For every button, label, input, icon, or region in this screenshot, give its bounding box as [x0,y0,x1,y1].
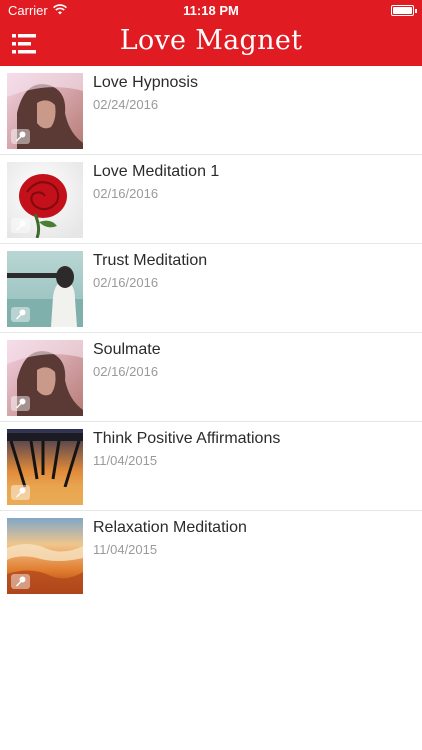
item-date: 02/24/2016 [93,97,159,112]
app-title: Love Magnet [119,25,303,56]
pier-sunset-image [7,429,83,505]
list-item[interactable]: Relaxation Meditation 11/04/2015 [0,511,422,600]
session-list: Love Hypnosis 02/24/2016 Love Meditation… [0,66,422,600]
status-time: 11:18 PM [183,3,239,18]
navigation-bar: Love Magnet [0,22,422,66]
microphone-icon [11,129,30,144]
microphone-icon [11,218,30,233]
list-item[interactable]: Love Meditation 1 02/16/2016 [0,155,422,244]
microphone-icon [11,396,30,411]
item-date: 02/16/2016 [93,275,159,290]
item-title: Soulmate [93,341,161,358]
microphone-icon [11,485,30,500]
item-date: 02/16/2016 [93,364,159,379]
item-title: Love Hypnosis [93,74,198,91]
item-title: Think Positive Affirmations [93,430,281,447]
item-date: 02/16/2016 [93,186,159,201]
woman-portrait-image [7,73,83,149]
list-item[interactable]: Love Hypnosis 02/24/2016 [0,66,422,155]
item-date: 11/04/2015 [93,542,158,557]
status-bar: Carrier 11:18 PM [0,0,422,22]
list-item[interactable]: Trust Meditation 02/16/2016 [0,244,422,333]
microphone-icon [11,307,30,322]
microphone-icon [11,574,30,589]
list-item[interactable]: Soulmate 02/16/2016 [0,333,422,422]
list-item[interactable]: Think Positive Affirmations 11/04/2015 [0,422,422,511]
battery-icon [391,5,417,16]
item-title: Trust Meditation [93,252,208,269]
item-title: Love Meditation 1 [93,163,220,180]
blindfolded-woman-image [7,251,83,327]
woman-portrait-image [7,340,83,416]
sunset-clouds-image [7,518,83,594]
item-date: 11/04/2015 [93,453,158,468]
item-title: Relaxation Meditation [93,519,247,536]
red-rose-image [7,162,83,238]
